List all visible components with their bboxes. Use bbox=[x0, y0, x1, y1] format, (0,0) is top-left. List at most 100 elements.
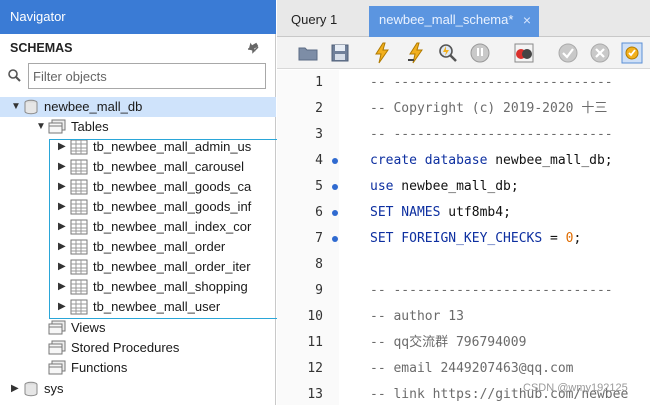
sql-number: 0 bbox=[565, 231, 574, 246]
statement-marker-icon bbox=[332, 184, 338, 190]
tree-item-schema-sys[interactable]: ▶ sys bbox=[11, 379, 64, 399]
line-number: 6 bbox=[315, 205, 323, 220]
tree-item-table[interactable]: ▶ tb_newbee_mall_goods_inf bbox=[58, 197, 251, 217]
table-name: tb_newbee_mall_goods_inf bbox=[93, 199, 252, 214]
tab-query-1[interactable]: Query 1 bbox=[281, 6, 347, 37]
sql-keyword: SET NAMES bbox=[370, 205, 441, 220]
save-icon[interactable] bbox=[329, 42, 351, 64]
stored-procedures-label: Stored Procedures bbox=[71, 340, 180, 355]
line-number: 12 bbox=[307, 361, 323, 376]
tab-newbee-mall-schema[interactable]: newbee_mall_schema* × bbox=[369, 6, 539, 37]
line-number: 8 bbox=[315, 257, 323, 272]
navigator-title: Navigator bbox=[0, 0, 276, 34]
code-line: 8 bbox=[277, 252, 650, 278]
line-number: 2 bbox=[315, 101, 323, 116]
tables-label: Tables bbox=[71, 119, 109, 134]
code-line: 6 SET NAMES utf8mb4; bbox=[277, 200, 650, 226]
tree-item-table[interactable]: ▶ tb_newbee_mall_order_iter bbox=[58, 257, 251, 277]
sql-text: = bbox=[542, 231, 566, 246]
tree-item-tables[interactable]: ▼ Tables bbox=[36, 117, 109, 137]
code-text: -- author 13 bbox=[370, 309, 464, 324]
line-number: 13 bbox=[307, 387, 323, 402]
sql-editor[interactable]: 1 -- ---------------------------- 2 -- C… bbox=[277, 70, 650, 405]
code-line: 7 SET FOREIGN_KEY_CHECKS = 0; bbox=[277, 226, 650, 252]
tree-item-table[interactable]: ▶ tb_newbee_mall_index_cor bbox=[58, 217, 251, 237]
expand-arrow-icon[interactable]: ▶ bbox=[58, 197, 70, 217]
statement-marker-icon bbox=[332, 158, 338, 164]
line-number: 1 bbox=[315, 75, 323, 90]
code-line: 9 -- ---------------------------- bbox=[277, 278, 650, 304]
stop-icon[interactable] bbox=[469, 42, 491, 64]
expand-arrow-icon[interactable]: ▼ bbox=[36, 117, 48, 137]
line-number: 4 bbox=[315, 153, 323, 168]
functions-label: Functions bbox=[71, 360, 128, 375]
code-text: -- qq交流群 796794009 bbox=[370, 335, 527, 350]
expand-arrow-icon[interactable]: ▶ bbox=[58, 157, 70, 177]
tree-item-functions[interactable]: Functions bbox=[48, 358, 127, 378]
line-number: 9 bbox=[315, 283, 323, 298]
code-text: -- ---------------------------- bbox=[370, 75, 613, 90]
schemas-header: SCHEMAS bbox=[0, 36, 276, 60]
toggle-error-stop-icon[interactable] bbox=[513, 42, 535, 64]
navigator-panel: Navigator SCHEMAS ▼ newbee_mall_db ▼ Table… bbox=[0, 0, 276, 405]
execute-icon[interactable] bbox=[371, 42, 393, 64]
sql-keyword: SET FOREIGN_KEY_CHECKS bbox=[370, 231, 543, 246]
code-text: create database newbee_mall_db; bbox=[370, 148, 613, 174]
sql-keyword: use bbox=[370, 179, 394, 194]
sql-text: utf8mb4; bbox=[440, 205, 511, 220]
code-line: 1 -- ---------------------------- bbox=[277, 70, 650, 96]
tree-item-table[interactable]: ▶ tb_newbee_mall_carousel bbox=[58, 157, 244, 177]
tree-item-stored-procedures[interactable]: Stored Procedures bbox=[48, 338, 179, 358]
expand-arrow-icon[interactable]: ▶ bbox=[58, 277, 70, 297]
code-line: 3 -- ---------------------------- bbox=[277, 122, 650, 148]
expand-arrow-icon[interactable]: ▶ bbox=[11, 379, 23, 399]
table-name: tb_newbee_mall_user bbox=[93, 299, 221, 314]
code-line: 12 -- email 2449207463@qq.com bbox=[277, 356, 650, 382]
code-line: 2 -- Copyright (c) 2019-2020 十三 bbox=[277, 96, 650, 122]
code-text: -- email 2449207463@qq.com bbox=[370, 361, 574, 376]
close-tab-icon[interactable]: × bbox=[523, 6, 531, 34]
line-number: 10 bbox=[307, 309, 323, 324]
schema-name: newbee_mall_db bbox=[44, 99, 143, 114]
commit-icon[interactable] bbox=[557, 42, 579, 64]
sql-text: newbee_mall_db; bbox=[487, 153, 613, 168]
code-text: SET NAMES utf8mb4; bbox=[370, 200, 511, 226]
expand-arrow-icon[interactable]: ▶ bbox=[58, 177, 70, 197]
tree-item-table[interactable]: ▶ tb_newbee_mall_user bbox=[58, 297, 220, 317]
expand-arrow-icon[interactable]: ▶ bbox=[58, 137, 70, 157]
execute-current-icon[interactable] bbox=[405, 42, 427, 64]
expand-arrow-icon[interactable]: ▶ bbox=[58, 297, 70, 317]
tree-item-table[interactable]: ▶ tb_newbee_mall_admin_us bbox=[58, 137, 251, 157]
refresh-schemas-icon[interactable] bbox=[245, 40, 261, 57]
tree-item-views[interactable]: Views bbox=[48, 318, 105, 338]
auto-commit-icon[interactable] bbox=[621, 42, 643, 64]
expand-arrow-icon[interactable]: ▶ bbox=[58, 217, 70, 237]
tab-label: newbee_mall_schema* bbox=[379, 12, 514, 27]
filter-objects-input[interactable] bbox=[28, 63, 266, 89]
expand-arrow-icon[interactable]: ▶ bbox=[58, 257, 70, 277]
table-name: tb_newbee_mall_order_iter bbox=[93, 259, 251, 274]
schema-name: sys bbox=[44, 381, 64, 396]
tree-item-table[interactable]: ▶ tb_newbee_mall_goods_ca bbox=[58, 177, 251, 197]
explain-icon[interactable] bbox=[437, 42, 459, 64]
open-file-icon[interactable] bbox=[297, 42, 319, 64]
tree-item-table[interactable]: ▶ tb_newbee_mall_order bbox=[58, 237, 225, 257]
code-text: -- ---------------------------- bbox=[370, 127, 613, 142]
tree-item-schema-newbee-mall-db[interactable]: ▼ newbee_mall_db bbox=[0, 97, 276, 117]
sql-text: ; bbox=[573, 231, 582, 246]
code-text: -- ---------------------------- bbox=[370, 283, 613, 298]
line-number: 11 bbox=[307, 335, 323, 350]
code-line: 4 create database newbee_mall_db; bbox=[277, 148, 650, 174]
code-text: use newbee_mall_db; bbox=[370, 174, 519, 200]
code-line: 10 -- author 13 bbox=[277, 304, 650, 330]
tree-item-table[interactable]: ▶ tb_newbee_mall_shopping bbox=[58, 277, 248, 297]
rollback-icon[interactable] bbox=[589, 42, 611, 64]
editor-tab-bar: Query 1 newbee_mall_schema* × bbox=[277, 0, 650, 37]
code-text: SET FOREIGN_KEY_CHECKS = 0; bbox=[370, 226, 581, 252]
code-line: 11 -- qq交流群 796794009 bbox=[277, 330, 650, 356]
views-label: Views bbox=[71, 320, 106, 335]
expand-arrow-icon[interactable]: ▼ bbox=[11, 97, 23, 117]
schemas-label: SCHEMAS bbox=[10, 41, 73, 55]
table-name: tb_newbee_mall_carousel bbox=[93, 159, 245, 174]
expand-arrow-icon[interactable]: ▶ bbox=[58, 237, 70, 257]
